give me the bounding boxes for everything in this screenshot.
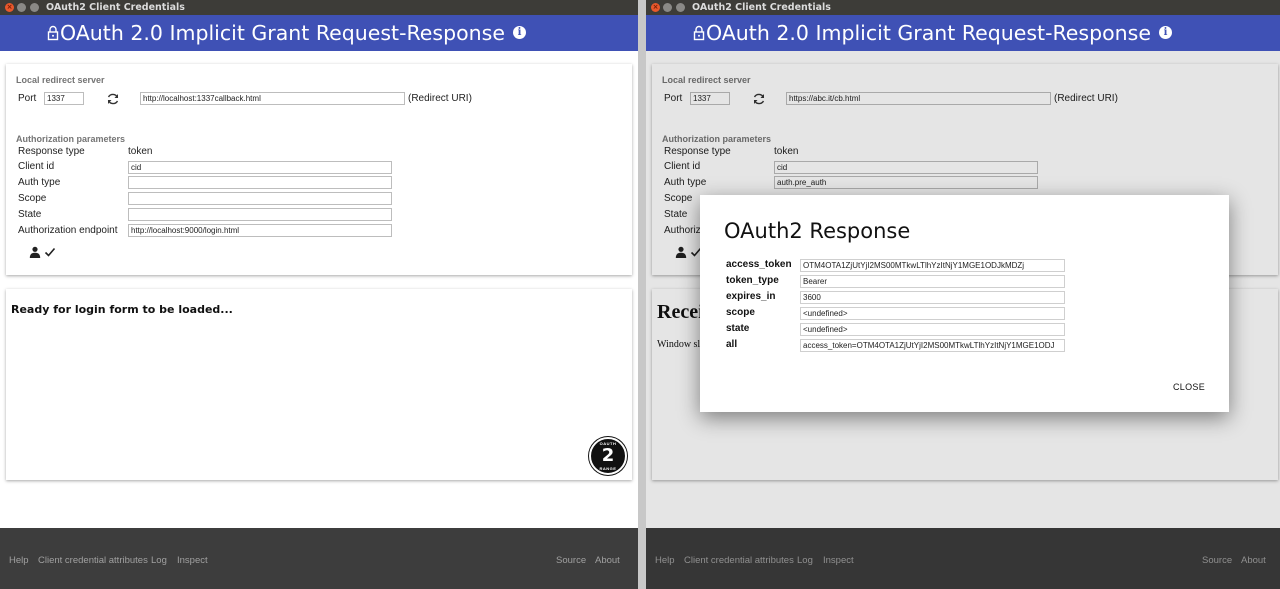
response-key: state: [726, 323, 750, 334]
auth-type-input[interactable]: [128, 176, 392, 189]
lock-icon: [47, 25, 59, 41]
window-close-button[interactable]: ×: [5, 3, 14, 12]
client-id-input[interactable]: cid: [128, 161, 392, 174]
logo-number: 2: [601, 445, 615, 466]
window-maximize-button[interactable]: [676, 3, 685, 12]
window-minimize-button[interactable]: [17, 3, 26, 12]
window-titlebar: × OAuth2 Client Credentials: [646, 0, 1280, 15]
refresh-icon[interactable]: [106, 92, 120, 106]
port-label: Port: [18, 93, 37, 104]
user-icon[interactable]: [29, 246, 41, 258]
footer-log-link[interactable]: Log: [151, 555, 167, 566]
state-label: State: [18, 209, 42, 220]
response-key: token_type: [726, 275, 779, 286]
footer-inspect-link[interactable]: Inspect: [177, 555, 208, 566]
redirect-uri-input[interactable]: http://localhost:1337callback.html: [140, 92, 405, 105]
modal-backdrop-footer: [646, 528, 1280, 589]
endpoint-label: Authorization endpoint: [18, 225, 118, 236]
window-close-button[interactable]: ×: [651, 3, 660, 12]
response-value[interactable]: 3600: [800, 291, 1065, 304]
app-title: OAuth 2.0 Implicit Grant Request-Respons…: [706, 21, 1151, 45]
response-key: expires_in: [726, 291, 776, 302]
login-frame-card: Ready for login form to be loaded... OAU…: [6, 289, 632, 480]
endpoint-input[interactable]: http://localhost:9000/login.html: [128, 224, 392, 237]
oauth2-logo: OAUTH 2 RANGE: [589, 437, 627, 475]
app-title: OAuth 2.0 Implicit Grant Request-Respons…: [60, 21, 505, 45]
info-icon[interactable]: i: [1159, 26, 1172, 39]
oauth2-response-dialog: OAuth2 Response access_token OTM4OTA1ZjU…: [700, 195, 1229, 412]
status-text: Ready for login form to be loaded...: [11, 303, 233, 316]
response-value[interactable]: <undefined>: [800, 323, 1065, 336]
section-label-redirect: Local redirect server: [16, 75, 105, 85]
window-maximize-button[interactable]: [30, 3, 39, 12]
info-icon[interactable]: i: [513, 26, 526, 39]
response-type-value: token: [128, 146, 153, 157]
window-title: OAuth2 Client Credentials: [692, 2, 831, 13]
response-key: all: [726, 339, 738, 350]
response-value[interactable]: OTM4OTA1ZjUtYjI2MS00MTkwLTlhYzItNjY1MGE1…: [800, 259, 1065, 272]
config-card: Local redirect server Port 1337 http://l…: [6, 64, 632, 275]
response-value[interactable]: Bearer: [800, 275, 1065, 288]
window-minimize-button[interactable]: [663, 3, 672, 12]
response-key: scope: [726, 307, 755, 318]
client-id-label: Client id: [18, 161, 55, 172]
lock-icon: [693, 25, 705, 41]
response-key: access_token: [726, 259, 792, 270]
footer-help-link[interactable]: Help: [9, 555, 29, 566]
window-title: OAuth2 Client Credentials: [46, 2, 185, 13]
port-input[interactable]: 1337: [44, 92, 84, 105]
auth-type-label: Auth type: [18, 177, 61, 188]
redirect-uri-suffix: (Redirect URI): [408, 93, 472, 104]
right-window: × OAuth2 Client Credentials OAuth 2.0 Im…: [646, 0, 1280, 589]
dialog-title: OAuth2 Response: [724, 219, 911, 243]
dialog-close-button[interactable]: CLOSE: [1173, 382, 1205, 392]
response-type-label: Response type: [18, 146, 85, 157]
footer-source-link[interactable]: Source: [556, 555, 586, 566]
response-value[interactable]: access_token=OTM4OTA1ZjUtYjI2MS00MTkwLTl…: [800, 339, 1065, 352]
section-label-auth: Authorization parameters: [16, 134, 126, 144]
footer: Help Client credential attributes Log In…: [0, 528, 638, 589]
left-window: × OAuth2 Client Credentials OAuth 2.0 Im…: [0, 0, 638, 589]
check-icon[interactable]: [44, 246, 56, 258]
app-bar: OAuth 2.0 Implicit Grant Request-Respons…: [0, 15, 638, 51]
footer-attributes-link[interactable]: Client credential attributes: [38, 555, 148, 566]
footer-about-link[interactable]: About: [595, 555, 620, 566]
logo-ring-bottom: RANGE: [599, 466, 617, 471]
window-titlebar: × OAuth2 Client Credentials: [0, 0, 638, 15]
app-bar: OAuth 2.0 Implicit Grant Request-Respons…: [646, 15, 1280, 51]
state-input[interactable]: [128, 208, 392, 221]
scope-input[interactable]: [128, 192, 392, 205]
response-value[interactable]: <undefined>: [800, 307, 1065, 320]
scope-label: Scope: [18, 193, 47, 204]
